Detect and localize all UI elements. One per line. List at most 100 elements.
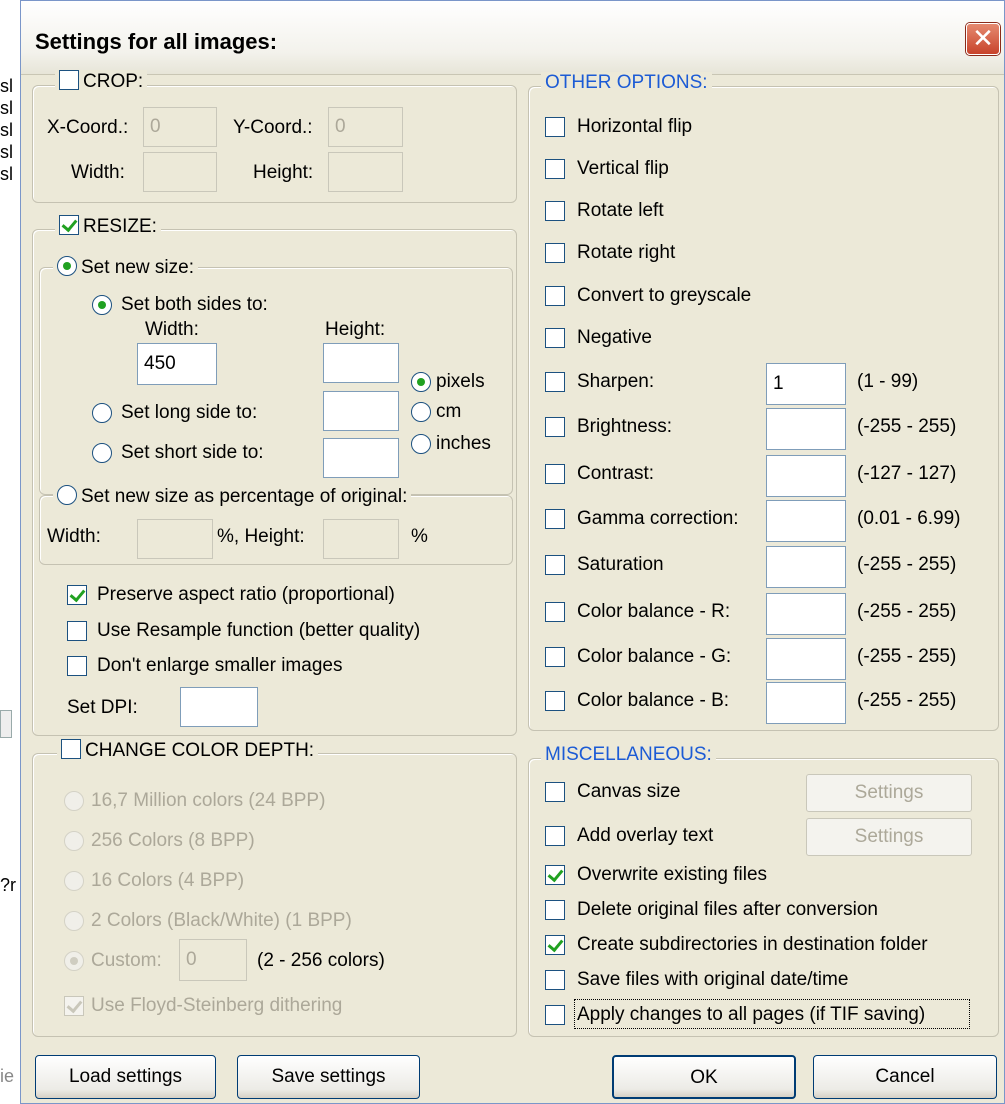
set-both-radio[interactable] xyxy=(92,295,112,315)
set-both-label: Set both sides to: xyxy=(121,294,268,315)
brightness-field[interactable] xyxy=(766,408,846,450)
save-settings-button[interactable]: Save settings xyxy=(237,1055,420,1099)
cancel-button[interactable]: Cancel xyxy=(813,1055,997,1099)
crop-height-field[interactable] xyxy=(328,152,403,192)
resample-label: Use Resample function (better quality) xyxy=(97,620,421,641)
negative-label: Negative xyxy=(577,327,652,348)
percentage-label: Set new size as percentage of original: xyxy=(81,486,408,507)
set-short-radio[interactable] xyxy=(92,443,112,463)
no-enlarge-checkbox[interactable] xyxy=(67,656,87,676)
gamma-checkbox[interactable] xyxy=(545,509,565,529)
crop-group xyxy=(32,85,517,203)
overlay-text-checkbox[interactable] xyxy=(545,826,565,846)
unit-cm-radio[interactable] xyxy=(411,402,431,422)
greyscale-checkbox[interactable] xyxy=(545,286,565,306)
both-width-field[interactable]: 450 xyxy=(137,343,217,385)
ok-button[interactable]: OK xyxy=(612,1055,796,1099)
colors-4bpp-radio[interactable] xyxy=(64,871,84,891)
miscellaneous-legend: MISCELLANEOUS: xyxy=(541,744,716,766)
load-settings-button[interactable]: Load settings xyxy=(35,1055,216,1099)
background-text-1: sl xyxy=(0,76,13,96)
percentage-radio[interactable] xyxy=(57,485,77,505)
brightness-checkbox[interactable] xyxy=(545,417,565,437)
both-height-field[interactable] xyxy=(323,343,399,383)
dpi-field[interactable] xyxy=(180,687,258,727)
vertical-flip-label: Vertical flip xyxy=(577,158,669,179)
resample-checkbox[interactable] xyxy=(67,621,87,641)
brightness-range: (-255 - 255) xyxy=(857,416,957,437)
close-button[interactable]: ✕ xyxy=(966,23,1000,55)
canvas-settings-button[interactable]: Settings xyxy=(806,774,972,812)
sharpen-checkbox[interactable] xyxy=(545,372,565,392)
color-balance-r-checkbox[interactable] xyxy=(545,602,565,622)
rotate-right-checkbox[interactable] xyxy=(545,243,565,263)
color-balance-b-range: (-255 - 255) xyxy=(857,690,957,711)
saturation-checkbox[interactable] xyxy=(545,555,565,575)
both-width-label: Width: xyxy=(145,319,199,340)
dithering-checkbox[interactable] xyxy=(64,996,84,1016)
subdirectories-label: Create subdirectories in destination fol… xyxy=(577,934,928,955)
set-new-size-radio[interactable] xyxy=(57,256,77,276)
subdirectories-checkbox[interactable] xyxy=(545,935,565,955)
unit-cm-label: cm xyxy=(436,401,462,422)
canvas-size-checkbox[interactable] xyxy=(545,782,565,802)
dpi-label: Set DPI: xyxy=(67,697,138,718)
custom-colors-field[interactable]: 0 xyxy=(179,939,247,981)
negative-checkbox[interactable] xyxy=(545,328,565,348)
crop-x-field[interactable]: 0 xyxy=(143,107,217,147)
gamma-field[interactable] xyxy=(766,500,846,542)
sharpen-field[interactable]: 1 xyxy=(766,363,846,405)
preserve-aspect-checkbox[interactable] xyxy=(67,585,87,605)
color-depth-legend: CHANGE COLOR DEPTH: xyxy=(57,739,319,762)
set-new-size-legend: Set new size: xyxy=(53,256,198,279)
color-balance-r-range: (-255 - 255) xyxy=(857,601,957,622)
settings-dialog: Settings for all images: ✕ CROP: X-Coord… xyxy=(20,0,1005,1104)
pct-width-field[interactable] xyxy=(137,519,213,559)
color-depth-checkbox[interactable] xyxy=(61,739,81,759)
contrast-checkbox[interactable] xyxy=(545,464,565,484)
greyscale-label: Convert to greyscale xyxy=(577,285,752,306)
unit-inches-radio[interactable] xyxy=(411,434,431,454)
color-balance-b-checkbox[interactable] xyxy=(545,691,565,711)
colors-24bpp-radio[interactable] xyxy=(64,791,84,811)
crop-width-field[interactable] xyxy=(143,152,217,192)
color-balance-g-checkbox[interactable] xyxy=(545,647,565,667)
crop-x-label: X-Coord.: xyxy=(47,117,129,138)
original-datetime-checkbox[interactable] xyxy=(545,970,565,990)
gamma-range: (0.01 - 6.99) xyxy=(857,508,961,529)
background-scroll-edge xyxy=(0,710,12,738)
color-balance-r-field[interactable] xyxy=(766,593,846,635)
all-pages-checkbox[interactable] xyxy=(545,1005,565,1025)
other-options-legend: OTHER OPTIONS: xyxy=(541,72,712,94)
long-side-field[interactable] xyxy=(323,391,399,431)
delete-originals-checkbox[interactable] xyxy=(545,900,565,920)
short-side-field[interactable] xyxy=(323,438,399,478)
sharpen-range: (1 - 99) xyxy=(857,371,919,392)
custom-colors-label: Custom: xyxy=(91,950,162,971)
colors-8bpp-radio[interactable] xyxy=(64,831,84,851)
color-balance-g-field[interactable] xyxy=(766,638,846,680)
overlay-settings-button[interactable]: Settings xyxy=(806,818,972,856)
set-long-radio[interactable] xyxy=(92,403,112,423)
horizontal-flip-checkbox[interactable] xyxy=(545,117,565,137)
close-icon: ✕ xyxy=(972,24,994,54)
crop-y-field[interactable]: 0 xyxy=(328,107,403,147)
vertical-flip-checkbox[interactable] xyxy=(545,159,565,179)
contrast-field[interactable] xyxy=(766,455,846,497)
colors-1bpp-radio[interactable] xyxy=(64,911,84,931)
rotate-left-checkbox[interactable] xyxy=(545,201,565,221)
pct-height-field[interactable] xyxy=(323,519,399,559)
overwrite-label: Overwrite existing files xyxy=(577,864,768,885)
overwrite-checkbox[interactable] xyxy=(545,865,565,885)
percentage-legend: Set new size as percentage of original: xyxy=(53,485,412,508)
saturation-field[interactable] xyxy=(766,546,846,588)
resize-checkbox[interactable] xyxy=(59,215,79,235)
crop-checkbox[interactable] xyxy=(59,70,79,90)
resize-legend: RESIZE: xyxy=(55,215,161,238)
all-pages-label: Apply changes to all pages (if TIF savin… xyxy=(577,1004,926,1025)
custom-colors-radio[interactable] xyxy=(64,951,84,971)
pct-height-label: %, Height: xyxy=(217,526,305,547)
color-balance-b-field[interactable] xyxy=(766,682,846,724)
colors-24bpp-label: 16,7 Million colors (24 BPP) xyxy=(91,790,326,811)
unit-pixels-radio[interactable] xyxy=(411,372,431,392)
